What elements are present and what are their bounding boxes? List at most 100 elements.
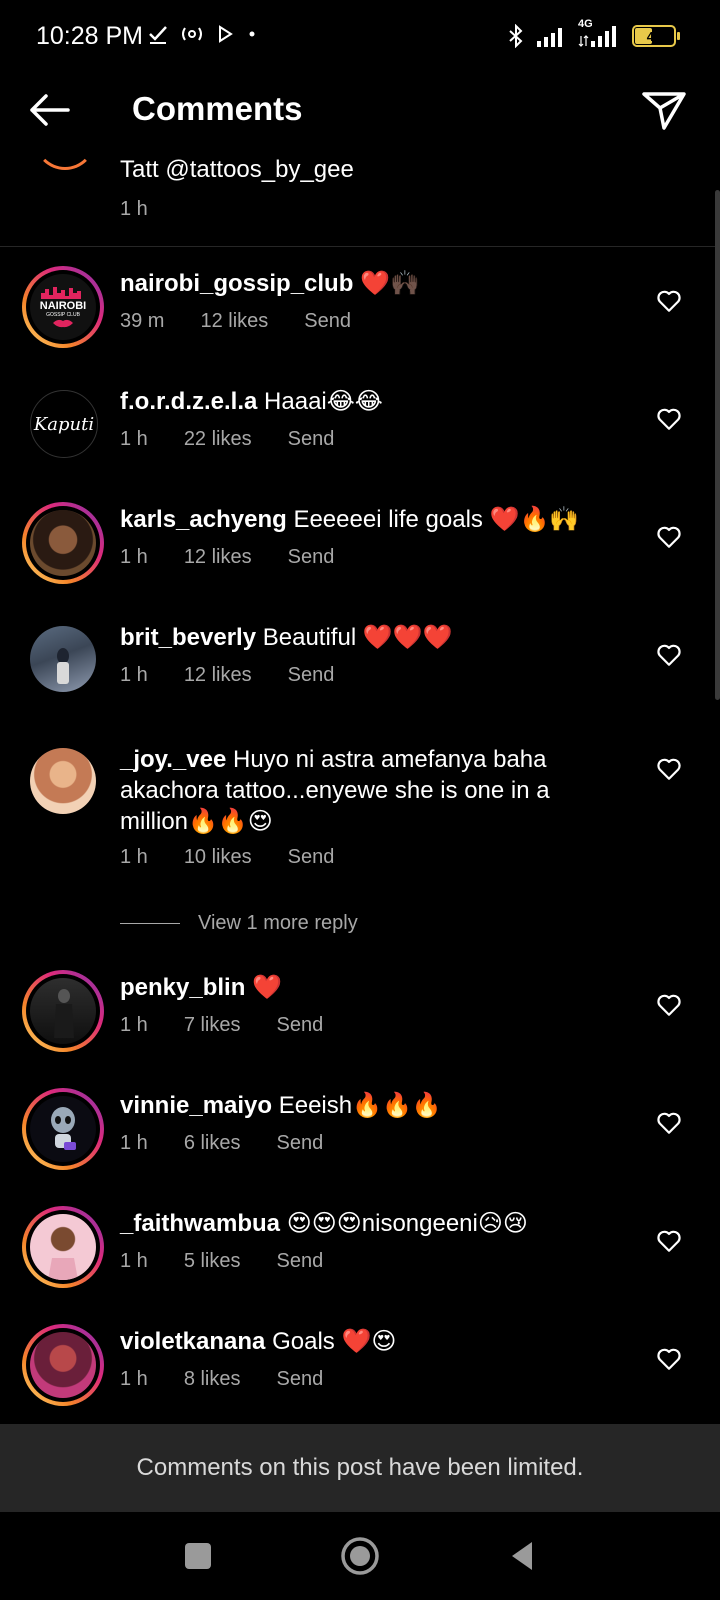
comments-limited-banner: Comments on this post have been limited. bbox=[0, 1424, 720, 1512]
share-button[interactable] bbox=[640, 86, 688, 134]
comment-text: Eeeish🔥🔥🔥 bbox=[272, 1092, 442, 1119]
avatar[interactable]: NAIROBI GOSSIP CLUB bbox=[22, 266, 104, 348]
comment-username[interactable]: nairobi_gossip_club bbox=[120, 270, 353, 297]
avatar[interactable] bbox=[22, 970, 104, 1052]
signal-icon bbox=[537, 28, 562, 47]
comment-text: 😍😍😍nisongeeni😥😢 bbox=[280, 1210, 528, 1237]
scrollbar[interactable] bbox=[715, 190, 720, 700]
send-button[interactable]: Send bbox=[277, 1132, 324, 1155]
send-button[interactable]: Send bbox=[288, 428, 335, 451]
send-button[interactable]: Send bbox=[288, 664, 335, 687]
paper-plane-icon bbox=[642, 92, 686, 130]
comment-body: brit_beverly Beautiful ❤️❤️❤️ bbox=[120, 622, 600, 653]
limited-text: Comments on this post have been limited. bbox=[136, 1454, 584, 1481]
person-photo bbox=[57, 648, 69, 684]
comment-body: _faithwambua 😍😍😍nisongeeni😥😢 bbox=[120, 1208, 600, 1239]
comment-meta: 1 h 5 likes Send bbox=[120, 1250, 359, 1273]
comment-username[interactable]: penky_blin bbox=[120, 974, 245, 1001]
heart-icon[interactable] bbox=[656, 288, 682, 314]
heart-icon[interactable] bbox=[656, 1346, 682, 1372]
avatar[interactable] bbox=[22, 502, 104, 584]
comment-body: nairobi_gossip_club ❤️🙌🏿 bbox=[120, 268, 600, 299]
comment-username[interactable]: brit_beverly bbox=[120, 624, 256, 651]
comment-text: Eeeeeei life goals ❤️🔥🙌 bbox=[286, 506, 580, 533]
view-replies-label: View 1 more reply bbox=[198, 912, 358, 934]
person-photo bbox=[54, 989, 74, 1038]
comment-body: f.o.r.d.z.e.l.a Haaai😂😂 bbox=[120, 386, 600, 417]
comment-likes[interactable]: 12 likes bbox=[184, 546, 252, 569]
status-time: 10:28 PM bbox=[36, 22, 144, 50]
bluetooth-icon bbox=[509, 24, 523, 48]
send-button[interactable]: Send bbox=[277, 1250, 324, 1273]
comment-text: ❤️🙌🏿 bbox=[353, 270, 420, 297]
heart-icon[interactable] bbox=[656, 524, 682, 550]
comment-username[interactable]: vinnie_maiyo bbox=[120, 1092, 272, 1119]
avatar[interactable] bbox=[22, 1324, 104, 1406]
comment-body: _joy._vee Huyo ni astra amefanya baha ak… bbox=[120, 744, 600, 837]
send-button[interactable]: Send bbox=[304, 310, 351, 333]
comment-likes[interactable]: 6 likes bbox=[184, 1132, 241, 1155]
comment-likes[interactable]: 12 likes bbox=[184, 664, 252, 687]
comment-meta: 1 h 12 likes Send bbox=[120, 664, 370, 687]
comment-time: 1 h bbox=[120, 1014, 148, 1036]
lips-icon bbox=[53, 319, 73, 327]
heart-icon[interactable] bbox=[656, 406, 682, 432]
comment-likes[interactable]: 8 likes bbox=[184, 1368, 241, 1391]
comment-time: 1 h bbox=[120, 428, 148, 450]
comment-meta: 1 h 7 likes Send bbox=[120, 1014, 359, 1037]
comment-username[interactable]: karls_achyeng bbox=[120, 506, 287, 533]
avatar[interactable] bbox=[22, 1206, 104, 1288]
comment-username[interactable]: _faithwambua bbox=[120, 1210, 280, 1237]
comment-body: karls_achyeng Eeeeeei life goals ❤️🔥🙌 bbox=[120, 504, 600, 535]
status-left-icons bbox=[148, 24, 258, 44]
comment-username[interactable]: f.o.r.d.z.e.l.a bbox=[120, 388, 257, 415]
reply-line bbox=[120, 923, 180, 924]
comment-likes[interactable]: 5 likes bbox=[184, 1250, 241, 1273]
status-right-icons: 4G 43 bbox=[506, 18, 680, 48]
heart-icon[interactable] bbox=[656, 1110, 682, 1136]
hotspot-icon bbox=[182, 27, 202, 41]
heart-icon[interactable] bbox=[656, 756, 682, 782]
logo-text: NAIROBI bbox=[39, 299, 87, 312]
recent-apps-button[interactable] bbox=[176, 1534, 220, 1578]
avatar bbox=[34, 108, 96, 170]
status-bar: 10:28 PM 4G 43 bbox=[0, 0, 720, 76]
comment-body: vinnie_maiyo Eeeish🔥🔥🔥 bbox=[120, 1090, 600, 1121]
comment-likes[interactable]: 10 likes bbox=[184, 846, 252, 869]
comment-likes[interactable]: 7 likes bbox=[184, 1014, 241, 1037]
comment-username[interactable]: violetkanana bbox=[120, 1328, 265, 1355]
heart-icon[interactable] bbox=[656, 642, 682, 668]
send-button[interactable]: Send bbox=[288, 546, 335, 569]
avatar[interactable] bbox=[22, 1088, 104, 1170]
check-icon bbox=[149, 26, 167, 44]
send-button[interactable]: Send bbox=[277, 1014, 324, 1037]
comment-likes[interactable]: 12 likes bbox=[200, 310, 268, 333]
send-button[interactable]: Send bbox=[277, 1368, 324, 1391]
comment-body: violetkanana Goals ❤️😍 bbox=[120, 1326, 600, 1357]
heart-icon[interactable] bbox=[656, 1228, 682, 1254]
comment-body: penky_blin ❤️ bbox=[120, 972, 600, 1003]
comment-meta: 1 h 12 likes Send bbox=[120, 546, 370, 569]
avatar[interactable] bbox=[30, 626, 96, 692]
comment-time: 1 h bbox=[120, 546, 148, 568]
comment-text: Tatt @tattoos_by_gee bbox=[120, 156, 354, 183]
play-store-icon bbox=[219, 25, 233, 43]
person-photo bbox=[48, 1258, 78, 1280]
comment-likes[interactable]: 22 likes bbox=[184, 428, 252, 451]
comment-time: 1 h bbox=[120, 664, 148, 686]
back-nav-button[interactable] bbox=[500, 1534, 544, 1578]
heart-icon[interactable] bbox=[656, 992, 682, 1018]
avatar[interactable]: Kaputi bbox=[30, 390, 98, 458]
comment-meta: 1 h 8 likes Send bbox=[120, 1368, 359, 1391]
home-button[interactable] bbox=[338, 1534, 382, 1578]
avatar[interactable] bbox=[30, 748, 96, 814]
alien-icon bbox=[51, 1107, 76, 1150]
battery-level: 43 bbox=[646, 28, 662, 44]
send-button[interactable]: Send bbox=[288, 846, 335, 869]
comment-username[interactable]: _joy._vee bbox=[120, 746, 226, 773]
comment-time: 1 h bbox=[120, 1368, 148, 1390]
divider bbox=[0, 246, 720, 247]
view-replies-button[interactable]: View 1 more reply bbox=[120, 912, 358, 935]
signal-4g-icon: 4G bbox=[578, 18, 622, 48]
partial-comment: Tatt @tattoos_by_gee 1 h bbox=[0, 148, 720, 246]
